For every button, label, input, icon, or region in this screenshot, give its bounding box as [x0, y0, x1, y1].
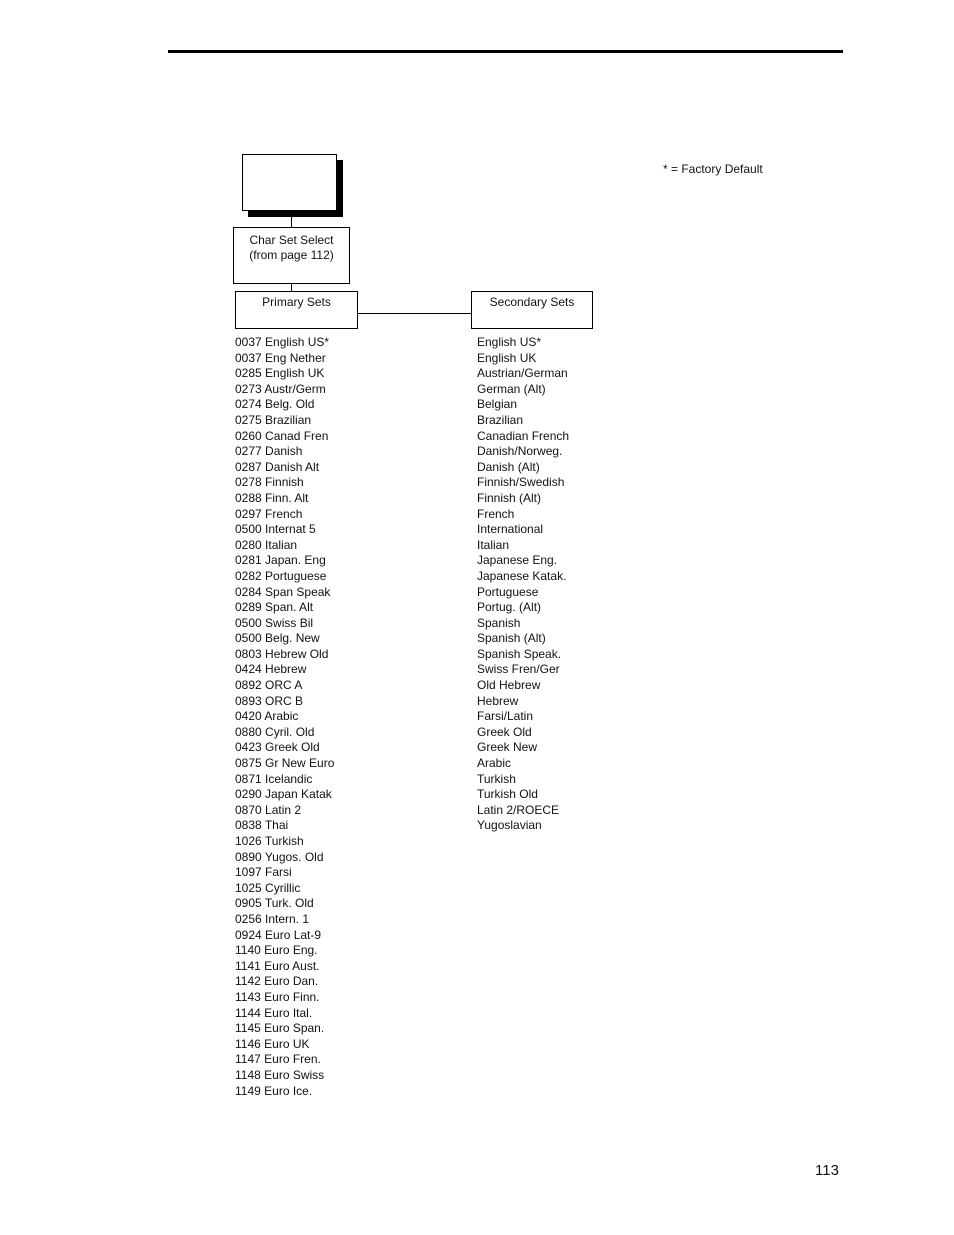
secondary-set-item: Canadian French — [477, 428, 570, 443]
primary-set-item: 0297 French — [235, 506, 303, 521]
secondary-set-item: Finnish/Swedish — [477, 475, 565, 490]
primary-set-item: 0278 Finnish — [235, 475, 304, 490]
primary-set-item: 1149 Euro Ice. — [235, 1083, 313, 1098]
primary-set-item: 0420 Arabic — [235, 709, 299, 724]
primary-set-item: 0037 Eng Nether — [235, 350, 326, 365]
primary-set-item: 0282 Portuguese — [235, 568, 327, 583]
primary-set-item: 0424 Hebrew — [235, 662, 307, 677]
primary-set-item: 0871 Icelandic — [235, 771, 313, 786]
primary-set-item: 0284 Span Speak — [235, 584, 331, 599]
primary-sets-list: 0037 English US* 0037 Eng Nether 0285 Engl… — [235, 335, 334, 1099]
factory-default-legend: * = Factory Default — [663, 162, 763, 176]
secondary-set-item: Italian — [477, 537, 510, 552]
secondary-set-item: Japanese Eng. — [477, 553, 558, 568]
secondary-set-item: Latin 2/ROECE — [477, 802, 560, 817]
secondary-set-item: Spanish — [477, 615, 521, 630]
secondary-set-item: German (Alt) — [477, 381, 546, 396]
primary-set-item: 0287 Danish Alt — [235, 459, 320, 474]
primary-set-item: 0893 ORC B — [235, 693, 304, 708]
primary-set-item: 1026 Turkish — [235, 834, 304, 848]
secondary-set-item: Austrian/German — [477, 366, 568, 381]
primary-set-item: 1148 Euro Swiss — [235, 1067, 325, 1082]
secondary-set-item: Portug. (Alt) — [477, 600, 542, 615]
primary-set-item: 0892 ORC A — [235, 678, 303, 693]
secondary-set-item: Greek New — [477, 740, 538, 755]
secondary-set-item: Yugoslavian — [477, 818, 542, 833]
connector-primary-to-secondary — [357, 313, 471, 314]
secondary-set-item: Hebrew — [477, 693, 519, 708]
primary-set-item: 1142 Euro Dan. — [235, 974, 319, 989]
secondary-set-item: Greek Old — [477, 724, 532, 739]
char-set-select-box: Char Set Select (from page 112) — [233, 227, 350, 284]
secondary-set-item: Danish (Alt) — [477, 459, 540, 474]
secondary-set-item: Turkish — [477, 771, 516, 786]
primary-sets-box: Primary Sets — [235, 291, 358, 329]
secondary-set-item: Japanese Katak. — [477, 568, 567, 583]
secondary-set-item: English UK — [477, 350, 537, 365]
primary-set-item: 0274 Belg. Old — [235, 397, 315, 412]
secondary-set-item: Old Hebrew — [477, 678, 541, 693]
primary-set-item: 0875 Gr New Euro — [235, 756, 335, 771]
primary-set-item: 1147 Euro Fren. — [235, 1052, 321, 1067]
secondary-set-item: Finnish (Alt) — [477, 490, 542, 505]
secondary-sets-label: Secondary Sets — [489, 295, 575, 309]
secondary-set-item: Danish/Norweg. — [477, 444, 563, 459]
primary-set-item: 0256 Intern. 1 — [235, 911, 310, 926]
primary-set-item: 0838 Thai — [235, 818, 289, 833]
primary-set-item: 0273 Austr/Germ — [235, 381, 326, 396]
primary-set-item: 1141 Euro Aust. — [235, 958, 320, 973]
primary-set-item: 0500 Belg. New — [235, 631, 320, 646]
secondary-set-item: Swiss Fren/Ger — [477, 662, 560, 677]
primary-set-item: 0870 Latin 2 — [235, 802, 302, 817]
primary-set-item: 0260 Canad Fren — [235, 428, 329, 443]
primary-set-item: 1143 Euro Finn. — [235, 989, 320, 1004]
primary-set-item: 0905 Turk. Old — [235, 896, 314, 911]
secondary-set-item: International — [477, 522, 544, 537]
secondary-sets-box: Secondary Sets — [471, 291, 593, 329]
primary-sets-label: Primary Sets — [262, 295, 331, 309]
primary-set-item: 0281 Japan. Eng — [235, 553, 326, 568]
primary-set-item: 1025 Cyrillic — [235, 880, 301, 895]
header-rule — [168, 50, 843, 53]
secondary-set-item: Spanish Speak. — [477, 646, 562, 661]
primary-set-item: 0924 Euro Lat-9 — [235, 927, 322, 942]
secondary-set-item: Portuguese — [477, 584, 539, 599]
primary-set-item: 0288 Finn. Alt — [235, 490, 309, 505]
char-set-select-title: Char Set Select — [249, 233, 334, 247]
primary-set-item: 0880 Cyril. Old — [235, 724, 315, 739]
secondary-set-item: Belgian — [477, 397, 518, 412]
primary-set-item: 0500 Swiss Bil — [235, 615, 314, 630]
menu-box — [242, 154, 337, 211]
primary-set-item: 0423 Greek Old — [235, 740, 320, 755]
secondary-set-item: Spanish (Alt) — [477, 631, 546, 646]
primary-set-item: 1144 Euro Ital. — [235, 1005, 313, 1020]
primary-set-item: 0277 Danish — [235, 444, 303, 459]
primary-set-item: 0890 Yugos. Old — [235, 849, 324, 864]
primary-set-item: 0500 Internat 5 — [235, 522, 316, 537]
connector-menu-to-charset — [291, 211, 292, 227]
primary-set-item: 1145 Euro Span. — [235, 1021, 325, 1036]
secondary-set-item: French — [477, 506, 515, 521]
secondary-set-item: English US* — [477, 335, 542, 349]
primary-set-item: 1097 Farsi — [235, 865, 292, 880]
secondary-sets-list: English US* English UK Austrian/German Germ… — [477, 335, 569, 834]
secondary-set-item: Farsi/Latin — [477, 709, 534, 724]
secondary-set-item: Arabic — [477, 756, 512, 771]
secondary-set-item: Brazilian — [477, 412, 524, 427]
connector-charset-to-primary — [291, 283, 292, 291]
primary-set-item: 0275 Brazilian — [235, 412, 312, 427]
primary-set-item: 0285 English UK — [235, 366, 325, 381]
primary-set-item: 1140 Euro Eng. — [235, 943, 318, 958]
primary-set-item: 0803 Hebrew Old — [235, 646, 329, 661]
primary-set-item: 0289 Span. Alt — [235, 600, 314, 615]
page-number: 113 — [815, 1162, 839, 1179]
primary-set-item: 1146 Euro UK — [235, 1036, 310, 1051]
primary-set-item: 0280 Italian — [235, 537, 298, 552]
primary-set-item: 0037 English US* — [235, 335, 330, 349]
char-set-select-ref: (from page 112) — [249, 248, 334, 262]
secondary-set-item: Turkish Old — [477, 787, 538, 802]
primary-set-item: 0290 Japan Katak — [235, 787, 332, 802]
